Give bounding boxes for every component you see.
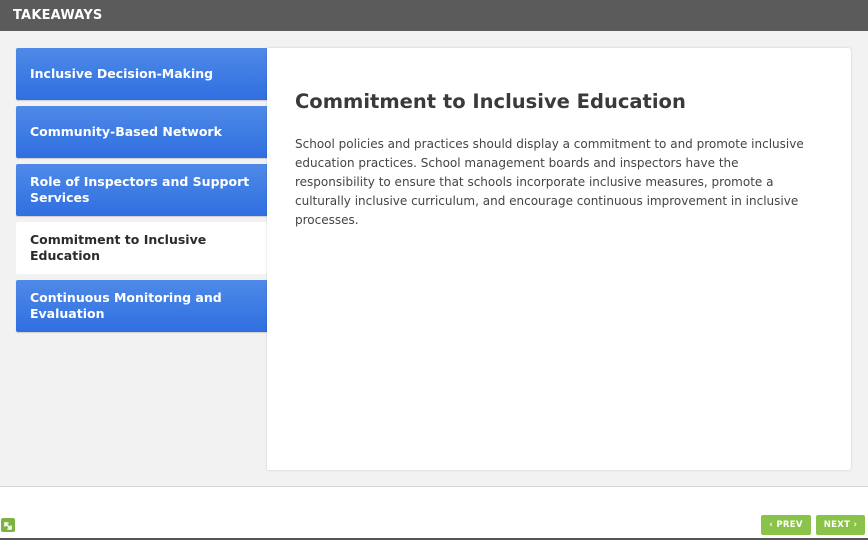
- tab-role-of-inspectors[interactable]: Role of Inspectors and Support Services: [16, 164, 267, 216]
- tab-commitment-to-inclusive-education[interactable]: Commitment to Inclusive Education: [16, 222, 268, 274]
- next-label: NEXT: [823, 520, 851, 530]
- tab-label: Commitment to Inclusive Education: [30, 232, 207, 263]
- tab-continuous-monitoring[interactable]: Continuous Monitoring and Evaluation: [16, 280, 267, 332]
- content-panel: Commitment to Inclusive Education School…: [267, 48, 851, 470]
- tab-community-based-network[interactable]: Community-Based Network: [16, 106, 267, 158]
- chevron-left-icon: ‹: [769, 520, 774, 530]
- tab-label: Continuous Monitoring and Evaluation: [30, 290, 222, 321]
- tab-label: Inclusive Decision-Making: [30, 66, 214, 81]
- tab-inclusive-decision-making[interactable]: Inclusive Decision-Making: [16, 48, 267, 100]
- next-button[interactable]: NEXT ›: [816, 515, 865, 535]
- content-body: School policies and practices should dis…: [295, 137, 804, 227]
- prev-label: PREV: [776, 520, 803, 530]
- content-stage: Inclusive Decision-Making Community-Base…: [0, 31, 868, 487]
- takeaway-tabs: Inclusive Decision-Making Community-Base…: [16, 48, 268, 338]
- tab-label: Role of Inspectors and Support Services: [30, 174, 250, 205]
- page-title: TAKEAWAYS: [13, 8, 103, 23]
- prev-button[interactable]: ‹ PREV: [761, 515, 811, 535]
- expand-icon[interactable]: [1, 518, 15, 532]
- tab-label: Community-Based Network: [30, 124, 222, 139]
- content-title: Commitment to Inclusive Education: [295, 90, 686, 113]
- page-header: TAKEAWAYS: [0, 0, 868, 31]
- chevron-right-icon: ›: [853, 520, 858, 530]
